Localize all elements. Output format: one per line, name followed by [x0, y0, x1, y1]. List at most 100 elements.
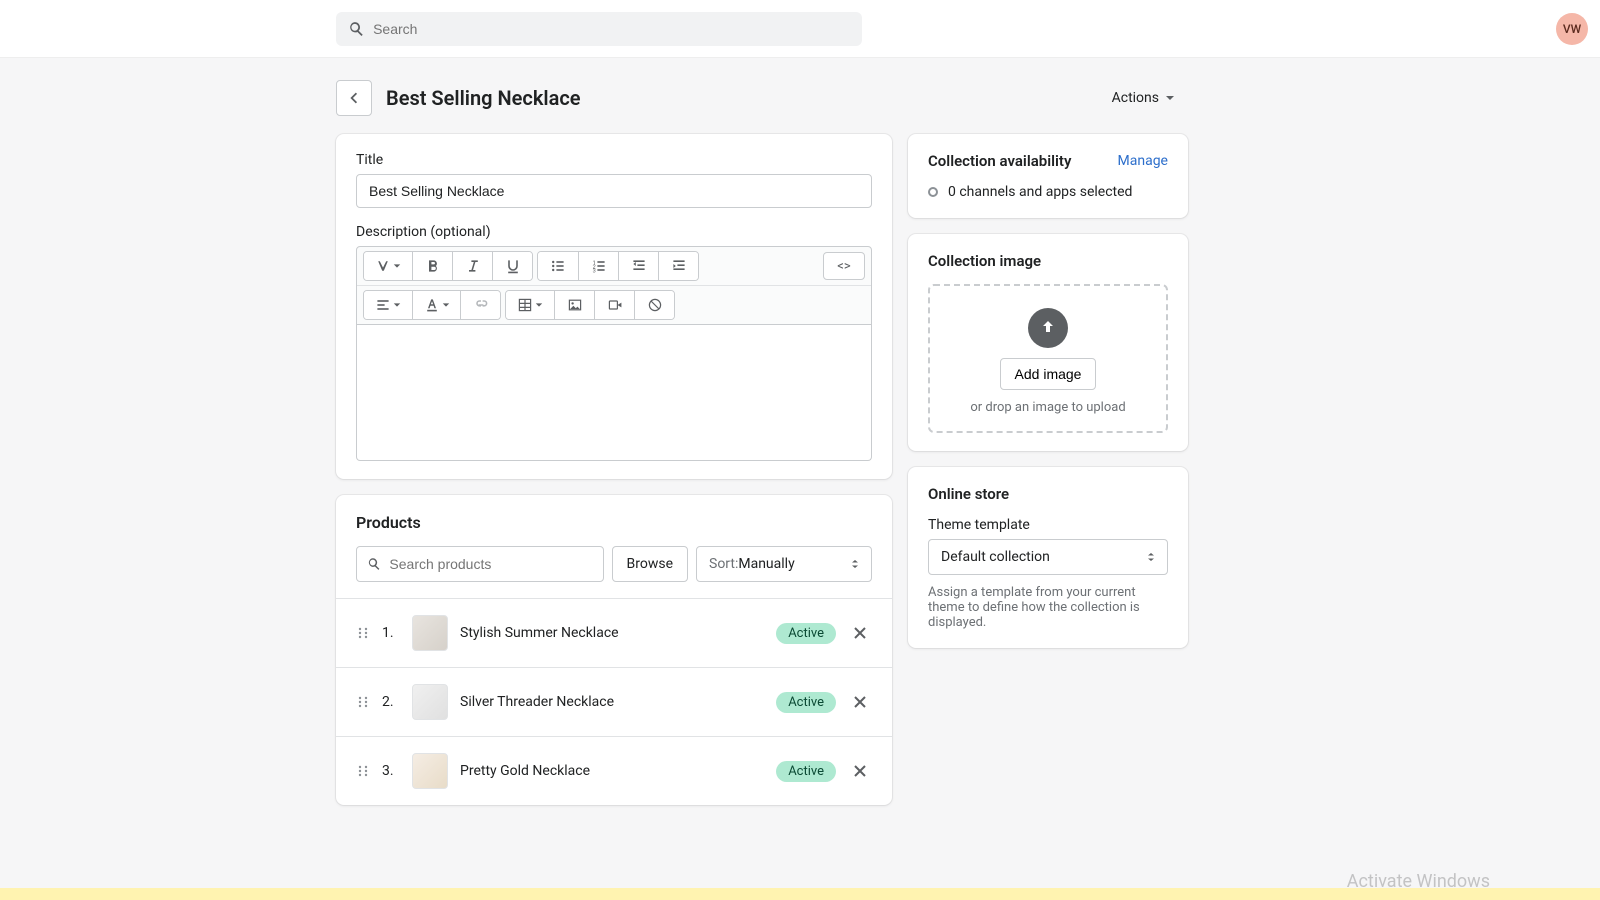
remove-button[interactable]	[848, 690, 872, 714]
chevron-down-icon	[442, 301, 450, 309]
remove-button[interactable]	[848, 759, 872, 783]
manage-link[interactable]: Manage	[1118, 153, 1168, 169]
search-icon	[367, 556, 381, 572]
outdent-icon	[631, 258, 647, 274]
product-thumbnail	[412, 615, 448, 651]
sort-select[interactable]: Sort: Manually	[696, 546, 872, 582]
video-icon	[607, 297, 623, 313]
clear-icon	[647, 297, 663, 313]
global-search[interactable]	[336, 12, 862, 46]
status-badge: Active	[776, 692, 836, 713]
availability-heading: Collection availability	[928, 152, 1071, 170]
product-name[interactable]: Stylish Summer Necklace	[460, 625, 764, 641]
underline-button[interactable]	[492, 252, 532, 280]
close-icon	[852, 625, 868, 641]
status-dot-icon	[928, 187, 938, 197]
video-button[interactable]	[594, 291, 634, 319]
chevron-down-icon	[535, 301, 543, 309]
search-icon	[348, 20, 365, 38]
drag-handle[interactable]	[356, 695, 370, 709]
product-search[interactable]	[356, 546, 604, 582]
indent-icon	[671, 258, 687, 274]
description-editor[interactable]	[356, 325, 872, 461]
online-store-card: Online store Theme template Default coll…	[908, 467, 1188, 648]
product-name[interactable]: Pretty Gold Necklace	[460, 763, 764, 779]
align-button[interactable]	[364, 291, 412, 319]
heading-button[interactable]	[364, 252, 412, 280]
underline-icon	[505, 258, 521, 274]
product-search-input[interactable]	[389, 556, 592, 572]
upload-icon-circle	[1028, 308, 1068, 348]
close-icon	[852, 694, 868, 710]
product-name[interactable]: Silver Threader Necklace	[460, 694, 764, 710]
clear-format-button[interactable]	[634, 291, 674, 319]
chevron-down-icon	[393, 301, 401, 309]
product-row: 2. Silver Threader Necklace Active	[336, 668, 892, 737]
table-button[interactable]	[506, 291, 554, 319]
image-dropzone[interactable]: Add image or drop an image to upload	[928, 284, 1168, 433]
svg-text:3: 3	[592, 268, 595, 274]
actions-menu[interactable]: Actions	[1108, 84, 1179, 112]
drag-handle[interactable]	[356, 626, 370, 640]
sort-value: Manually	[738, 556, 794, 572]
products-card: Products Browse Sort: Manually	[336, 495, 892, 805]
top-bar: VW	[0, 0, 1600, 58]
avatar[interactable]: VW	[1556, 13, 1588, 45]
table-icon	[517, 297, 533, 313]
product-thumbnail	[412, 684, 448, 720]
indent-button[interactable]	[658, 252, 698, 280]
italic-button[interactable]	[452, 252, 492, 280]
theme-template-select[interactable]: Default collection	[928, 539, 1168, 575]
list-ol-icon: 123	[591, 258, 607, 274]
status-badge: Active	[776, 623, 836, 644]
status-badge: Active	[776, 761, 836, 782]
search-input[interactable]	[373, 21, 850, 37]
select-arrows-icon	[849, 558, 861, 570]
text-color-button[interactable]	[412, 291, 460, 319]
online-store-heading: Online store	[928, 485, 1168, 503]
theme-help-text: Assign a template from your current them…	[928, 585, 1168, 630]
products-heading: Products	[356, 513, 872, 532]
link-button[interactable]	[460, 291, 500, 319]
drag-handle[interactable]	[356, 764, 370, 778]
remove-button[interactable]	[848, 621, 872, 645]
back-button[interactable]	[336, 80, 372, 116]
theme-template-label: Theme template	[928, 517, 1168, 533]
list-ul-icon	[550, 258, 566, 274]
product-thumbnail	[412, 753, 448, 789]
text-color-icon	[424, 297, 440, 313]
product-row: 1. Stylish Summer Necklace Active	[336, 599, 892, 668]
image-icon	[567, 297, 583, 313]
number-list-button[interactable]: 123	[578, 252, 618, 280]
row-index: 2.	[382, 694, 400, 710]
row-index: 1.	[382, 625, 400, 641]
close-icon	[852, 763, 868, 779]
link-icon	[473, 297, 489, 313]
chevron-down-icon	[1165, 93, 1175, 103]
title-label: Title	[356, 152, 872, 168]
add-image-button[interactable]: Add image	[1000, 358, 1097, 390]
arrow-left-icon	[345, 89, 363, 107]
row-index: 3.	[382, 763, 400, 779]
align-icon	[375, 297, 391, 313]
drop-hint: or drop an image to upload	[970, 400, 1125, 415]
bullet-list-button[interactable]	[538, 252, 578, 280]
bold-icon	[425, 258, 441, 274]
outdent-button[interactable]	[618, 252, 658, 280]
product-row: 3. Pretty Gold Necklace Active	[336, 737, 892, 805]
availability-status: 0 channels and apps selected	[948, 184, 1132, 200]
details-card: Title Description (optional)	[336, 134, 892, 479]
bottom-strip	[0, 888, 1600, 900]
browse-button[interactable]: Browse	[612, 546, 688, 582]
image-button[interactable]	[554, 291, 594, 319]
page-header: Best Selling Necklace Actions	[336, 78, 1179, 118]
bold-button[interactable]	[412, 252, 452, 280]
select-arrows-icon	[1145, 551, 1157, 563]
description-label: Description (optional)	[356, 224, 872, 240]
html-toggle-button[interactable]: <>	[823, 252, 865, 280]
drag-icon	[356, 626, 370, 640]
theme-template-value: Default collection	[941, 549, 1050, 565]
title-input[interactable]	[356, 174, 872, 208]
rte-toolbar: 123 <>	[356, 246, 872, 325]
heading-icon	[375, 258, 391, 274]
